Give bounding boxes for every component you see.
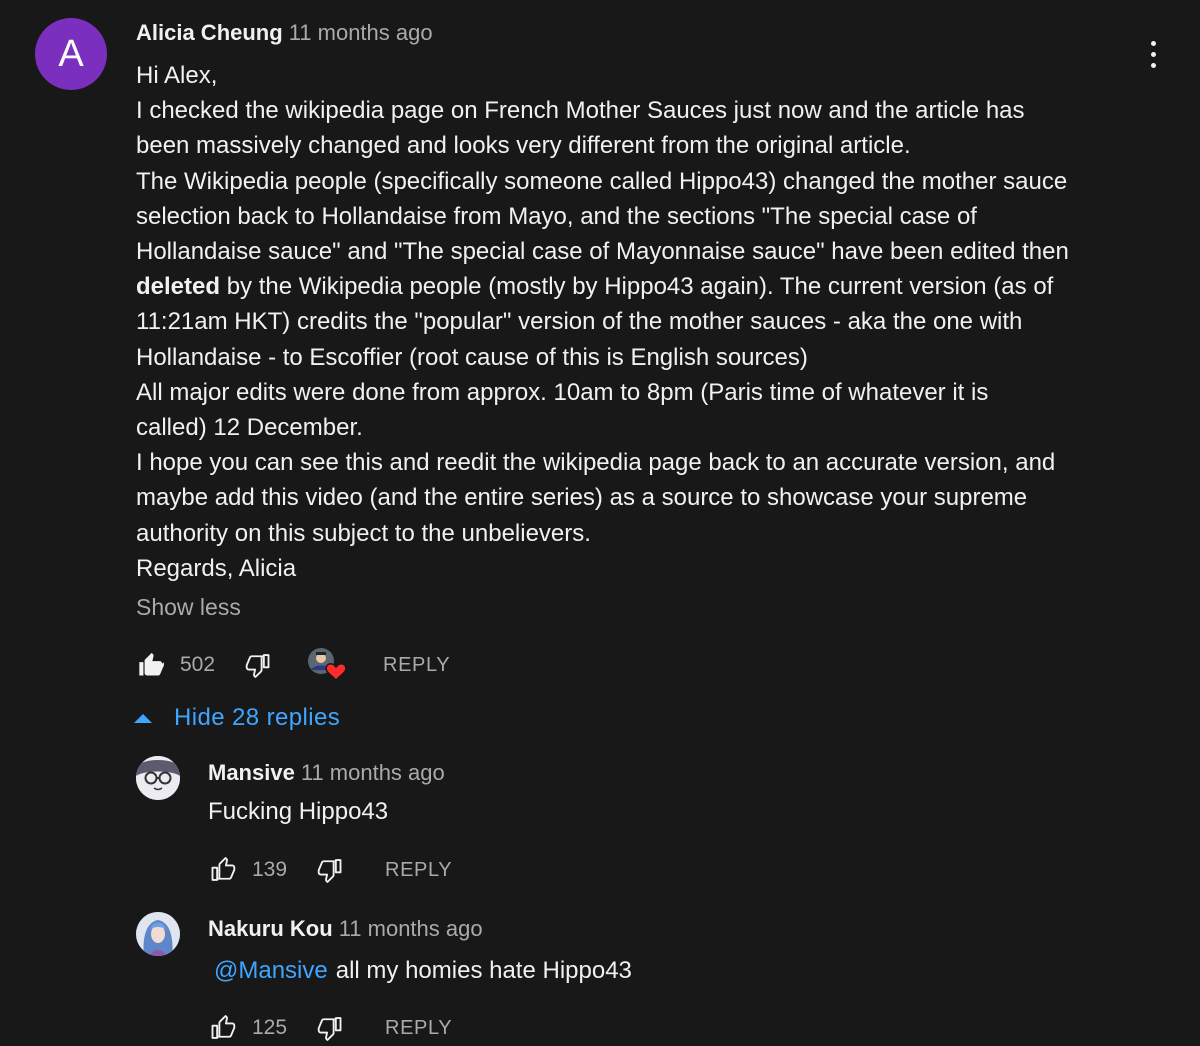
reply-header: Nakuru Kou 11 months ago bbox=[208, 916, 483, 942]
reply-body: @Mansive all my homies hate Hippo43 bbox=[214, 957, 632, 985]
creator-heart-badge bbox=[307, 648, 349, 682]
comment-line: authority on this subject to the unbelie… bbox=[136, 519, 591, 547]
comment-line: I hope you can see this and reedit the w… bbox=[136, 449, 1056, 477]
reply-author[interactable]: Mansive bbox=[208, 760, 295, 785]
comment-line: Hollandaise sauce" and "The special case… bbox=[136, 238, 1069, 266]
like-count: 139 bbox=[252, 858, 288, 881]
caret-up-icon bbox=[134, 714, 152, 723]
more-options-icon[interactable] bbox=[1140, 36, 1166, 72]
comment-line: Hollandaise - to Escoffier (root cause o… bbox=[136, 343, 808, 371]
mention-link[interactable]: @Mansive bbox=[214, 957, 328, 984]
comment-line: Hi Alex, bbox=[136, 62, 218, 89]
reply-actions: 125 REPLY bbox=[208, 1012, 452, 1044]
comment-actions: 502 REPLY bbox=[136, 648, 450, 682]
comment-line: I checked the wikipedia page on French M… bbox=[136, 97, 1025, 125]
hide-replies-label: Hide 28 replies bbox=[174, 704, 341, 731]
comment-line: been massively changed and looks very di… bbox=[136, 132, 911, 160]
comment-line: Regards, Alicia bbox=[136, 554, 297, 582]
thumbs-up-icon[interactable] bbox=[208, 1012, 238, 1044]
comment-line: maybe add this video (and the entire ser… bbox=[136, 484, 1028, 512]
comment-line: The Wikipedia people (specifically someo… bbox=[136, 167, 1068, 195]
thumbs-down-icon[interactable] bbox=[315, 854, 345, 886]
reply-author[interactable]: Nakuru Kou bbox=[208, 916, 333, 941]
like-count: 502 bbox=[180, 653, 216, 676]
comment-body: Hi Alex, I checked the wikipedia page on… bbox=[136, 58, 1136, 586]
reply-button[interactable]: REPLY bbox=[385, 859, 452, 882]
comment-line: deleted by the Wikipedia people (mostly … bbox=[136, 269, 1136, 304]
show-less-button[interactable]: Show less bbox=[136, 594, 241, 621]
like-count: 125 bbox=[252, 1016, 288, 1039]
reply-button[interactable]: REPLY bbox=[383, 654, 450, 677]
bold-word: deleted bbox=[136, 273, 221, 301]
reply-time[interactable]: 11 months ago bbox=[301, 760, 445, 785]
reply-body: Fucking Hippo43 bbox=[208, 798, 389, 825]
comment-line: called) 12 December. bbox=[136, 414, 363, 442]
comment-line: All major edits were done from approx. 1… bbox=[136, 378, 989, 406]
comment-time[interactable]: 11 months ago bbox=[289, 20, 433, 45]
reply-time[interactable]: 11 months ago bbox=[339, 916, 483, 941]
avatar[interactable]: A bbox=[35, 18, 107, 90]
reply-actions: 139 REPLY bbox=[208, 854, 452, 886]
comment-header: Alicia Cheung 11 months ago bbox=[136, 20, 433, 46]
avatar[interactable] bbox=[136, 912, 180, 956]
comment-line: selection back to Hollandaise from Mayo,… bbox=[136, 202, 977, 230]
reply-header: Mansive 11 months ago bbox=[208, 760, 445, 786]
avatar[interactable] bbox=[136, 756, 180, 800]
thumbs-up-filled-icon[interactable] bbox=[136, 649, 166, 681]
reply-button[interactable]: REPLY bbox=[385, 1017, 452, 1040]
thumbs-down-icon[interactable] bbox=[315, 1012, 345, 1044]
thumbs-down-icon[interactable] bbox=[243, 649, 273, 681]
reply-body-text: all my homies hate Hippo43 bbox=[335, 957, 632, 984]
avatar-letter: A bbox=[58, 32, 84, 75]
comment-line-rest: by the Wikipedia people (mostly by Hippo… bbox=[220, 273, 1054, 301]
thumbs-up-icon[interactable] bbox=[208, 854, 238, 886]
comment-line: 11:21am HKT) credits the "popular" versi… bbox=[136, 308, 1023, 336]
hide-replies-button[interactable]: Hide 28 replies bbox=[134, 704, 340, 732]
comment-author[interactable]: Alicia Cheung bbox=[136, 20, 283, 45]
